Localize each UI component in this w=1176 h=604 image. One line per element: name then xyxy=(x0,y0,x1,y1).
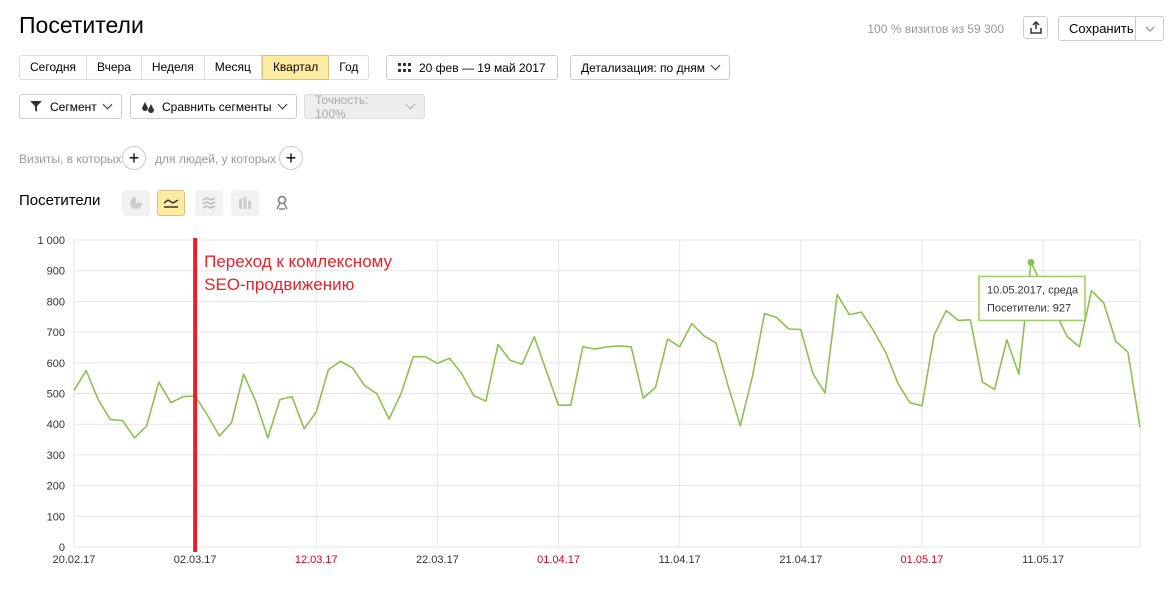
tooltip-point xyxy=(1027,258,1035,266)
period-yesterday-button[interactable]: Вчера xyxy=(87,56,142,79)
y-tick-label: 1 000 xyxy=(37,235,65,247)
map-pin-icon[interactable] xyxy=(268,190,296,216)
date-range-label: 20 фев — 19 май 2017 xyxy=(419,60,546,75)
y-tick-label: 300 xyxy=(47,450,65,462)
y-tick-label: 500 xyxy=(47,389,65,401)
compare-drops-icon xyxy=(142,101,154,113)
chevron-down-icon xyxy=(710,60,721,71)
export-icon xyxy=(1029,21,1042,34)
x-tick-label: 11.04.17 xyxy=(659,554,701,566)
chevron-down-icon xyxy=(277,99,287,110)
compare-segments-label: Сравнить сегменты xyxy=(162,99,272,114)
period-selector: Сегодня Вчера Неделя Месяц Квартал Год xyxy=(19,55,370,80)
bar-chart-icon[interactable] xyxy=(231,190,259,216)
period-week-button[interactable]: Неделя xyxy=(142,56,205,79)
chart-title: Посетители xyxy=(19,192,101,209)
chevron-down-icon xyxy=(102,99,113,110)
y-tick-label: 800 xyxy=(47,296,65,308)
x-tick-label: 02.03.17 xyxy=(174,554,217,566)
tooltip-value: Посетители: 927 xyxy=(987,302,1071,314)
annotation-text-line2: SEO-продвижению xyxy=(204,275,354,294)
save-button[interactable]: Сохранить xyxy=(1058,16,1164,41)
accuracy-label: Точность: 100% xyxy=(315,92,369,121)
visits-info: 100 % визитов из 59 300 xyxy=(867,22,1004,36)
period-year-button[interactable]: Год xyxy=(329,56,368,79)
y-tick-label: 0 xyxy=(59,542,65,554)
y-tick-label: 100 xyxy=(47,511,65,523)
calendar-icon xyxy=(398,62,411,72)
x-tick-label: 22.03.17 xyxy=(416,554,459,566)
period-today-button[interactable]: Сегодня xyxy=(20,56,87,79)
detail-label: Детализация: по дням xyxy=(581,60,705,75)
page-title: Посетители xyxy=(19,12,144,38)
accuracy-dropdown[interactable]: Точность: 100% xyxy=(304,92,425,121)
pie-chart-icon[interactable] xyxy=(122,190,150,216)
x-tick-label: 20.02.17 xyxy=(53,554,96,566)
plus-icon: + xyxy=(285,148,297,168)
tooltip-date: 10.05.2017, среда xyxy=(987,284,1079,296)
segment-button[interactable]: Сегмент xyxy=(19,94,122,119)
segment-label: Сегмент xyxy=(50,99,97,114)
x-tick-label: 01.04.17 xyxy=(537,554,580,566)
add-people-condition-button[interactable]: + xyxy=(279,146,303,170)
y-tick-label: 600 xyxy=(47,358,65,370)
save-dropdown-chevron-icon[interactable] xyxy=(1135,17,1163,40)
add-visit-condition-button[interactable]: + xyxy=(122,146,146,170)
visitors-line-chart: 0 100 200 300 400 500 600 700 800 900 1 000 20.02.1… xyxy=(37,235,1141,566)
compare-segments-button[interactable]: Сравнить сегменты xyxy=(130,94,297,119)
x-tick-label: 21.04.17 xyxy=(779,554,822,566)
chevron-down-icon xyxy=(405,99,416,110)
y-tick-label: 200 xyxy=(47,481,65,493)
people-condition-label: для людей, у которых xyxy=(155,152,277,166)
x-tick-label: 11.05.17 xyxy=(1022,554,1064,566)
plus-icon: + xyxy=(128,148,140,168)
detail-dropdown[interactable]: Детализация: по дням xyxy=(570,55,730,80)
save-button-label: Сохранить xyxy=(1069,21,1134,36)
date-range-button[interactable]: 20 фев — 19 май 2017 xyxy=(386,55,558,80)
x-tick-label: 01.05.17 xyxy=(901,554,944,566)
annotation-text-line1: Переход к комлексному xyxy=(204,252,392,271)
period-month-button[interactable]: Месяц xyxy=(205,56,262,79)
y-tick-label: 400 xyxy=(47,419,65,431)
export-button[interactable] xyxy=(1023,16,1048,39)
line-chart-icon[interactable] xyxy=(157,190,185,216)
y-tick-label: 700 xyxy=(47,327,65,339)
area-chart-icon[interactable] xyxy=(195,190,223,216)
period-quarter-button[interactable]: Квартал xyxy=(261,55,330,80)
x-tick-label: 12.03.17 xyxy=(295,554,338,566)
y-tick-label: 900 xyxy=(47,266,65,278)
filter-icon xyxy=(30,101,42,112)
visits-condition-label: Визиты, в которых xyxy=(19,152,122,166)
